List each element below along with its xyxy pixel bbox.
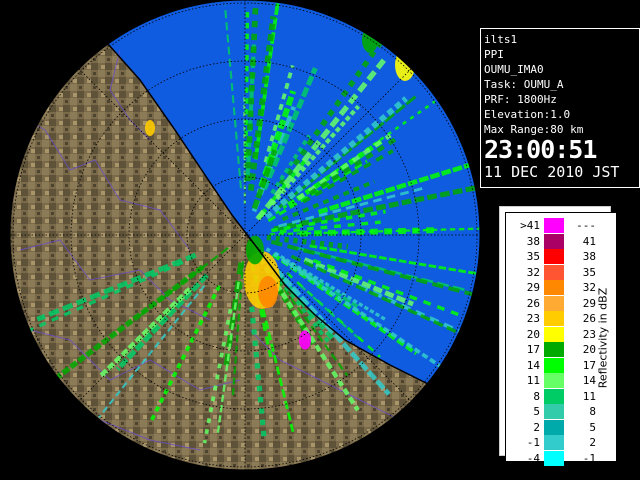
legend-low-value: 29 [526, 281, 540, 294]
legend-swatch [544, 233, 564, 249]
legend-swatch [544, 450, 564, 466]
legend-unit-label: Reflectivity in dBZ [596, 287, 610, 389]
legend-row: 17 20 [506, 342, 596, 358]
legend-high-value: 29 [582, 296, 596, 310]
legend-row: 32 35 [506, 264, 596, 281]
legend-low-value: 14 [526, 358, 540, 372]
legend-swatch [544, 280, 564, 295]
legend-high-value: 38 [582, 250, 596, 263]
legend-swatch [544, 342, 564, 357]
legend-high-value: -1 [582, 451, 596, 465]
legend-low-value: -4 [526, 451, 540, 465]
legend-swatch [544, 373, 564, 388]
legend-swatch [544, 404, 564, 419]
legend-row: 23 26 [506, 311, 596, 327]
legend-low-value: 23 [526, 312, 540, 325]
legend-high-value: 8 [589, 405, 596, 418]
legend-swatch [544, 388, 564, 404]
legend-row: 38 41 [506, 233, 596, 250]
legend-high-value: 32 [582, 281, 596, 294]
product-type: PPI [484, 48, 504, 61]
elevation-value: Elevation:1.0 [484, 108, 571, 121]
legend-low-value: 5 [533, 405, 540, 418]
legend-row: 25 [506, 419, 596, 436]
info-panel: ilts1 PPI OUMU_IMA0 Task: OUMU_A PRF: 18… [480, 28, 640, 188]
legend-low-value: 2 [533, 420, 540, 434]
scan-time: 23:00:51 [484, 135, 597, 164]
legend-low-value: 17 [526, 343, 540, 356]
legend-row: 26 29 [506, 295, 596, 312]
echo-cell [258, 276, 278, 308]
legend-row: 20 23 [506, 326, 596, 343]
legend-high-value: 26 [582, 312, 596, 325]
legend-row: 14 17 [506, 357, 596, 374]
legend-row: -1 2 [506, 435, 596, 451]
legend-low-value: 35 [526, 250, 540, 263]
legend-high-value: 20 [582, 343, 596, 356]
legend-high-value: 23 [582, 327, 596, 341]
echo-cell [246, 235, 264, 265]
scan-date: 11 DEC 2010 JST [484, 163, 620, 181]
echo-cell [145, 120, 155, 136]
legend-row: 35 38 [506, 249, 596, 265]
legend-low-value: 32 [526, 265, 540, 279]
legend-swatch [544, 357, 564, 373]
station-name: ilts1 [484, 33, 518, 46]
legend-low-value: -1 [526, 436, 540, 449]
legend-row: 58 [506, 404, 596, 420]
site-name: OUMU_IMA0 [484, 63, 544, 76]
legend-high-value: 5 [589, 420, 596, 434]
legend-low-value: 8 [533, 389, 540, 403]
legend-high-value: 35 [582, 265, 596, 279]
legend-row: -4 -1 [506, 450, 596, 467]
legend-row: 8 11 [506, 388, 596, 405]
legend-swatch [544, 249, 564, 264]
legend-low-value: >41 [520, 219, 540, 232]
legend-swatch [544, 419, 564, 435]
legend-swatch [544, 295, 564, 311]
legend-swatch [544, 311, 564, 326]
echo-cell [299, 330, 311, 350]
legend-high-value: 11 [582, 389, 596, 403]
legend-high-value: 41 [582, 234, 596, 248]
legend-high-value: 14 [582, 374, 596, 387]
legend-swatch [544, 218, 564, 233]
legend-row: 11 14 [506, 373, 596, 389]
legend-high-value: 17 [582, 358, 596, 372]
reflectivity-legend: >41 --- 38 41 35 38 32 35 29 32 26 29 23 26 20 23 17 20 14… [505, 212, 617, 466]
prf-value: PRF: 1800Hz [484, 93, 557, 106]
legend-high-value: 2 [589, 436, 596, 449]
legend-swatch [544, 326, 564, 342]
legend-row: 29 32 [506, 280, 596, 296]
task-name: Task: OUMU_A [484, 78, 564, 91]
legend-low-value: 20 [526, 327, 540, 341]
legend-high-value: --- [576, 219, 596, 232]
legend-low-value: 38 [526, 234, 540, 248]
legend-low-value: 26 [526, 296, 540, 310]
legend-low-value: 11 [526, 374, 540, 387]
legend-row: >41 --- [506, 218, 596, 234]
legend-swatch [544, 264, 564, 280]
legend-swatch [544, 435, 564, 450]
